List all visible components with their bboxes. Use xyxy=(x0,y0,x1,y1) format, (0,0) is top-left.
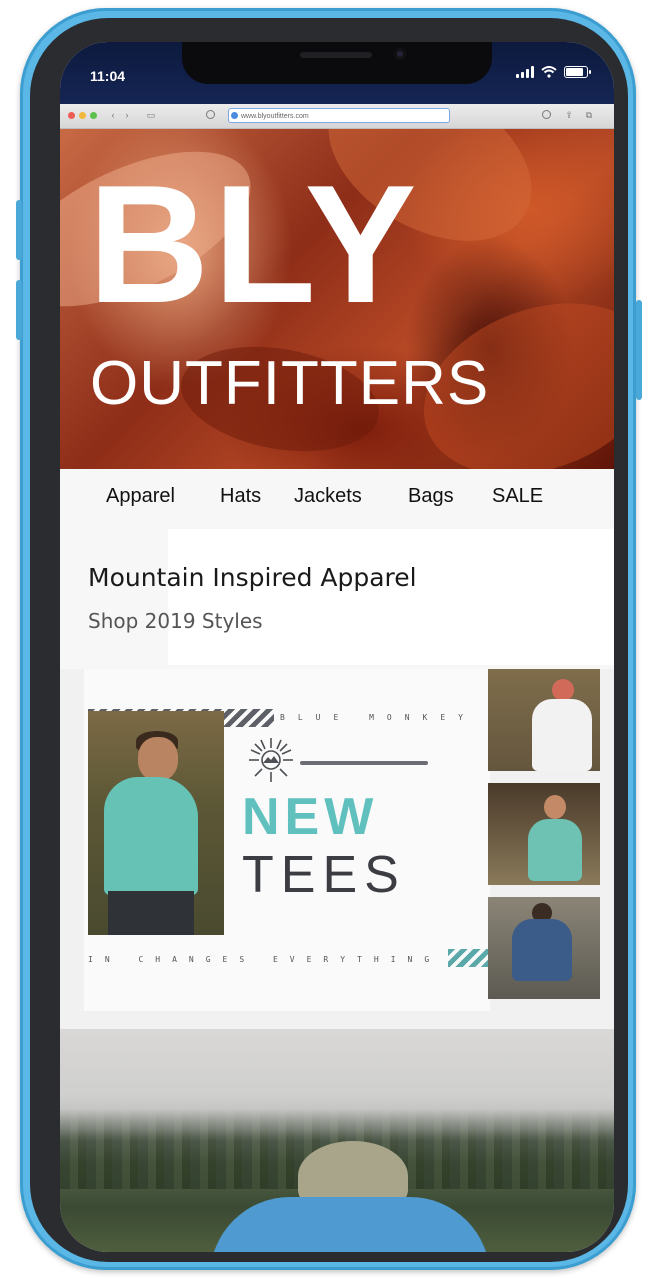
settings-icon[interactable] xyxy=(542,110,551,119)
banner-top-text: BLUE MONKEY xyxy=(280,713,476,722)
banner-bottom-text: IN CHANGES EVERYTHING xyxy=(88,955,442,964)
hiker-photo xyxy=(60,1029,614,1252)
new-tees-banner[interactable]: BLUE MONKEY NEW TEES IN CHANGES EVERYTHI… xyxy=(84,669,598,1011)
volume-button xyxy=(16,200,22,260)
nav-item-hats[interactable]: Hats xyxy=(220,485,261,508)
nav-item-sale[interactable]: SALE xyxy=(492,485,543,508)
maximize-window-icon[interactable] xyxy=(90,112,97,119)
status-time: 11:04 xyxy=(90,68,126,84)
front-camera xyxy=(394,48,406,60)
phone-screen: 11:04 ‹ › ▭ www.blyoutfitters.com ⇪ ⧉ BL… xyxy=(60,42,614,1252)
power-button xyxy=(636,300,642,400)
product-thumbnail[interactable] xyxy=(488,669,600,771)
battery-icon xyxy=(564,66,591,78)
browser-toolbar: ‹ › ▭ www.blyoutfitters.com ⇪ ⧉ xyxy=(60,104,614,129)
promo-subheading[interactable]: Shop 2019 Styles xyxy=(88,609,263,633)
volume-button xyxy=(16,280,22,340)
nav-item-bags[interactable]: Bags xyxy=(408,485,454,508)
status-bar: 11:04 xyxy=(60,42,614,104)
hiker-jacket xyxy=(210,1197,490,1252)
tabs-icon[interactable]: ⧉ xyxy=(584,110,594,120)
sidebar-icon[interactable]: ▭ xyxy=(146,110,156,120)
promo-card xyxy=(168,529,614,665)
promo-heading: Mountain Inspired Apparel xyxy=(88,563,417,592)
nav-item-jackets[interactable]: Jackets xyxy=(294,485,362,508)
divider-line xyxy=(300,761,428,765)
url-field[interactable]: www.blyoutfitters.com xyxy=(228,108,450,123)
minimize-window-icon[interactable] xyxy=(79,112,86,119)
status-icons xyxy=(516,66,591,78)
globe-icon xyxy=(231,112,238,119)
model-photo xyxy=(88,711,224,935)
banner-headline-tees: TEES xyxy=(242,846,406,904)
product-thumbnail[interactable] xyxy=(488,783,600,885)
hero-banner: BLY OUTFITTERS xyxy=(60,129,614,469)
shield-icon[interactable] xyxy=(206,110,215,119)
nav-item-apparel[interactable]: Apparel xyxy=(106,485,175,508)
product-thumbnail[interactable] xyxy=(488,897,600,999)
close-window-icon[interactable] xyxy=(68,112,75,119)
banner-headline-new: NEW xyxy=(242,788,379,846)
brand-logo-title: BLY xyxy=(88,150,421,338)
forward-icon[interactable]: › xyxy=(122,110,132,120)
url-text: www.blyoutfitters.com xyxy=(241,113,309,120)
back-icon[interactable]: ‹ xyxy=(108,110,118,120)
share-icon[interactable]: ⇪ xyxy=(564,110,574,120)
brand-logo-subtitle: OUTFITTERS xyxy=(90,349,490,418)
wifi-icon xyxy=(541,66,557,78)
speaker-grille xyxy=(300,52,372,58)
new-tees-section: BLUE MONKEY NEW TEES IN CHANGES EVERYTHI… xyxy=(60,669,614,1029)
notch xyxy=(182,42,492,84)
signal-icon xyxy=(516,66,534,78)
promo-section: Mountain Inspired Apparel Shop 2019 Styl… xyxy=(60,529,614,669)
category-nav: Apparel Hats Jackets Bags SALE xyxy=(60,469,614,529)
sun-icon xyxy=(249,738,293,782)
